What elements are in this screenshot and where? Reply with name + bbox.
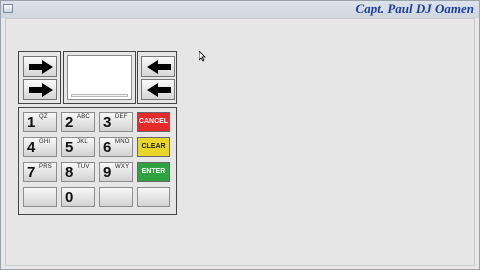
cancel-button[interactable]: CANCEL: [137, 112, 170, 132]
key-3[interactable]: 3 DEF: [99, 112, 133, 132]
enter-button[interactable]: ENTER: [137, 162, 170, 182]
atm-display: [67, 55, 132, 100]
key-7[interactable]: 7 PRS: [23, 162, 57, 182]
right-top-function-button[interactable]: [141, 56, 175, 77]
right-function-panel: [137, 51, 177, 104]
key-blank-left[interactable]: [23, 187, 57, 207]
key-4[interactable]: 4 GHI: [23, 137, 57, 157]
key-0[interactable]: 0: [61, 187, 95, 207]
right-bottom-function-button[interactable]: [141, 79, 175, 100]
arrow-left-icon: [147, 60, 171, 74]
arrow-right-icon: [29, 83, 53, 97]
clear-button[interactable]: CLEAR: [137, 137, 170, 157]
window-icon: [3, 4, 13, 13]
key-1[interactable]: 1 QZ: [23, 112, 57, 132]
key-8[interactable]: 8 TUV: [61, 162, 95, 182]
key-blank-right[interactable]: [137, 187, 170, 207]
key-blank-middle[interactable]: [99, 187, 133, 207]
key-6[interactable]: 6 MNO: [99, 137, 133, 157]
left-function-panel: [18, 51, 61, 104]
keypad-panel: 1 QZ 2 ABC 3 DEF CANCEL 4 GHI 5 JKL 6 MN…: [18, 107, 177, 215]
atm-screen-frame: [63, 51, 136, 104]
title-bar: Capt. Paul DJ Oamen: [0, 0, 480, 18]
key-5[interactable]: 5 JKL: [61, 137, 95, 157]
key-2[interactable]: 2 ABC: [61, 112, 95, 132]
arrow-left-icon: [147, 83, 171, 97]
display-scrollbar[interactable]: [71, 94, 128, 97]
arrow-right-icon: [29, 60, 53, 74]
left-bottom-function-button[interactable]: [23, 79, 57, 100]
author-watermark: Capt. Paul DJ Oamen: [355, 1, 474, 16]
mouse-pointer-icon: [199, 51, 206, 62]
key-9[interactable]: 9 WXY: [99, 162, 133, 182]
left-top-function-button[interactable]: [23, 56, 57, 77]
